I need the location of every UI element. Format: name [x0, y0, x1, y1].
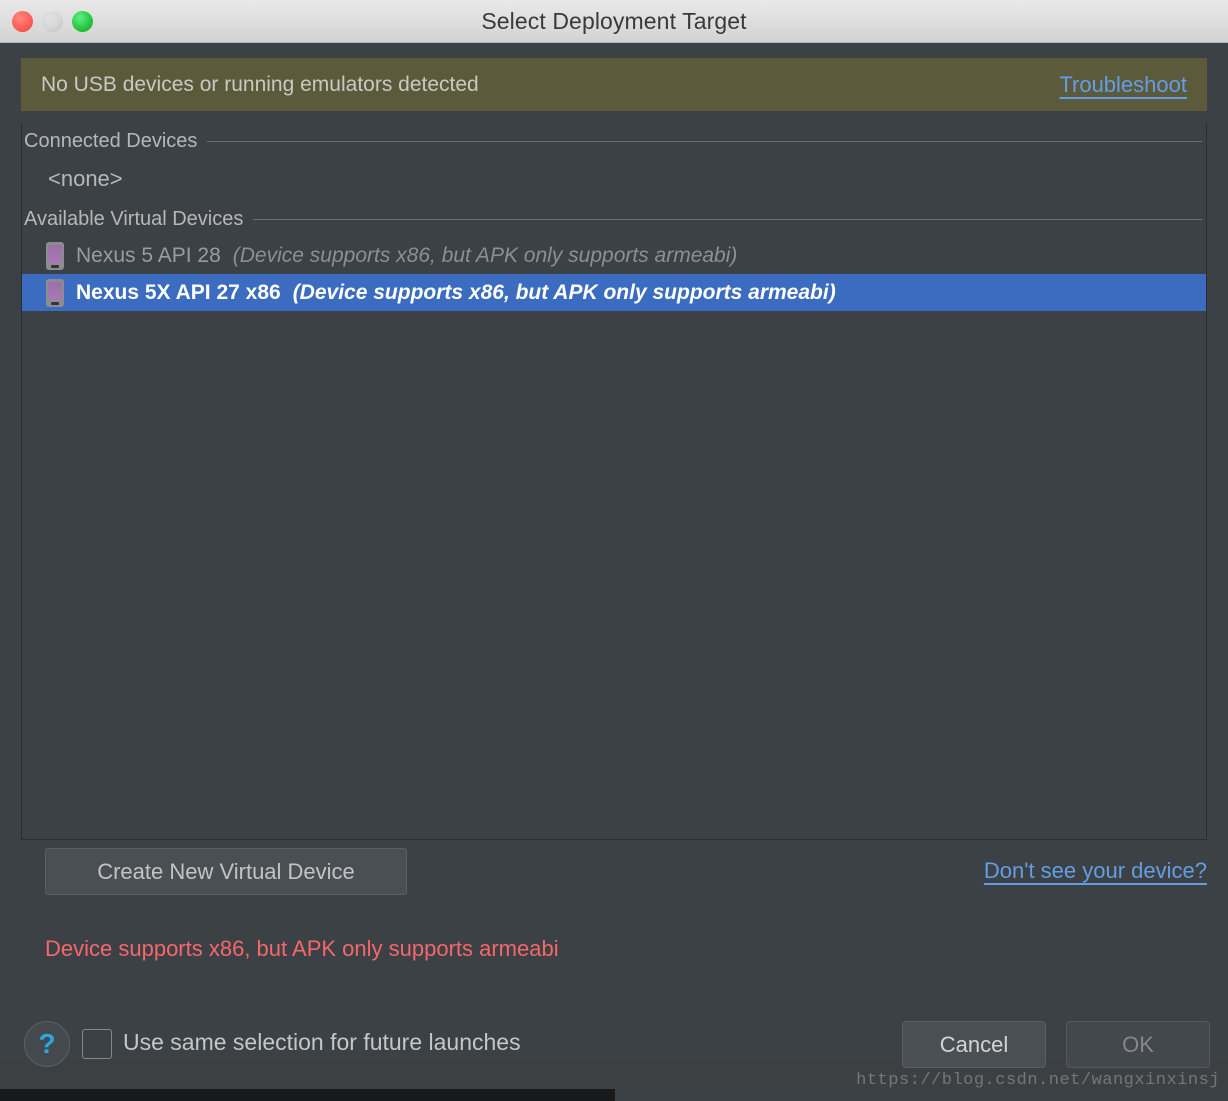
device-name: Nexus 5X API 27 x86	[76, 280, 281, 304]
group-separator	[207, 140, 1202, 142]
warning-message: No USB devices or running emulators dete…	[41, 72, 479, 96]
device-list-panel[interactable]: Connected Devices <none> Available Virtu…	[21, 123, 1207, 840]
use-same-selection-label: Use same selection for future launches	[123, 1029, 521, 1055]
title-bar: Select Deployment Target	[0, 0, 1228, 43]
device-row[interactable]: Nexus 5X API 27 x86 (Device supports x86…	[22, 274, 1206, 311]
troubleshoot-link[interactable]: Troubleshoot	[1059, 72, 1187, 98]
close-window-button[interactable]	[12, 10, 33, 32]
phone-icon	[46, 278, 64, 307]
device-note: (Device supports x86, but APK only suppo…	[292, 280, 836, 304]
group-label: Connected Devices	[24, 129, 198, 152]
warning-banner: No USB devices or running emulators dete…	[21, 58, 1207, 111]
dialog-footer: ? Use same selection for future launches…	[0, 1005, 1228, 1085]
group-separator	[253, 218, 1202, 220]
group-header-connected-devices: Connected Devices	[22, 123, 1206, 159]
dialog-window: Select Deployment Target No USB devices …	[0, 0, 1228, 1101]
phone-icon	[46, 241, 64, 270]
use-same-selection-checkbox[interactable]	[82, 1029, 112, 1059]
device-row[interactable]: Nexus 5 API 28 (Device supports x86, but…	[22, 237, 1206, 274]
cancel-button[interactable]: Cancel	[902, 1021, 1046, 1068]
minimize-window-button[interactable]	[42, 10, 63, 32]
bottom-strip-right	[615, 1089, 1228, 1101]
help-icon[interactable]: ?	[24, 1021, 70, 1067]
error-message: Device supports x86, but APK only suppor…	[45, 936, 559, 961]
window-title: Select Deployment Target	[481, 7, 747, 34]
dialog-body: No USB devices or running emulators dete…	[0, 43, 1228, 1101]
group-header-available-virtual-devices: Available Virtual Devices	[22, 201, 1206, 237]
group-label: Available Virtual Devices	[24, 207, 244, 230]
create-new-virtual-device-button[interactable]: Create New Virtual Device	[45, 848, 407, 895]
device-name: Nexus 5 API 28	[76, 243, 221, 267]
traffic-lights	[12, 0, 93, 42]
ok-button[interactable]: OK	[1066, 1021, 1210, 1068]
device-note: (Device supports x86, but APK only suppo…	[232, 243, 738, 267]
connected-devices-empty: <none>	[48, 166, 123, 191]
dont-see-your-device-link[interactable]: Don't see your device?	[984, 858, 1207, 884]
maximize-window-button[interactable]	[72, 10, 93, 32]
bottom-strip	[0, 1089, 1228, 1101]
